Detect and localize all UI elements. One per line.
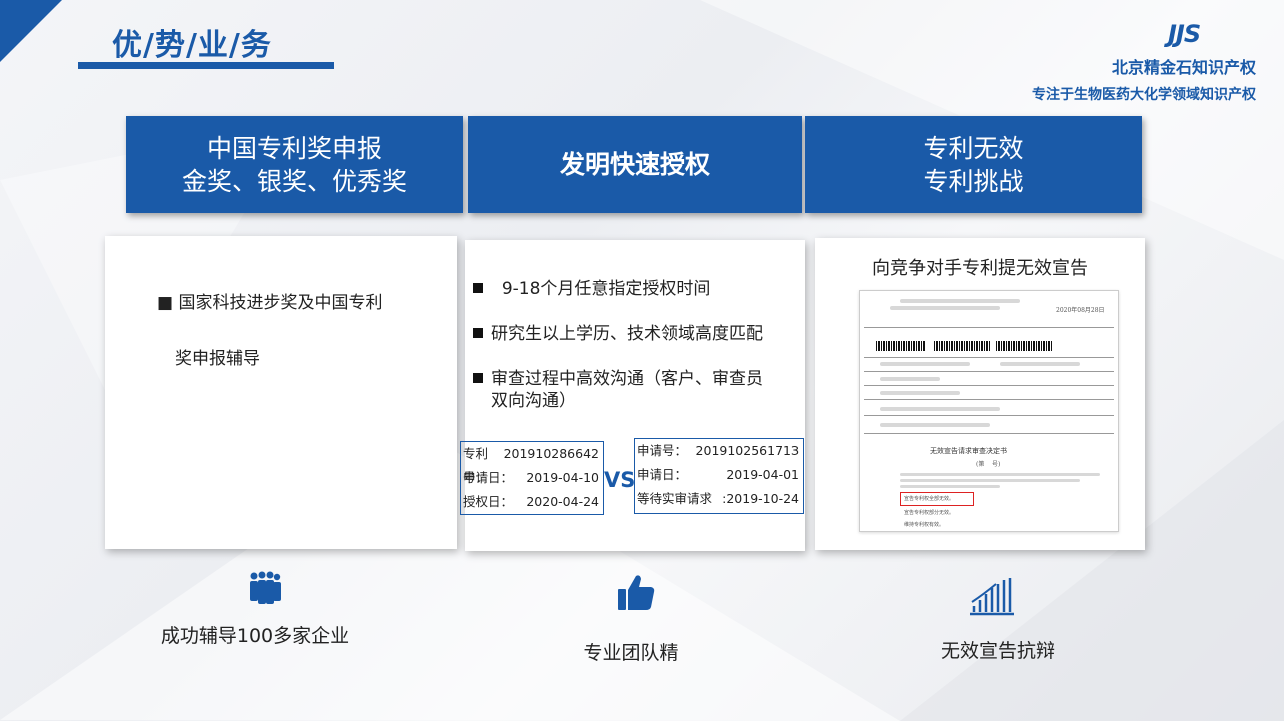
header-line: 金奖、银奖、优秀奖 xyxy=(181,166,407,196)
list-item: 9-18个月任意指定授权时间 xyxy=(473,274,710,299)
corner-accent xyxy=(0,0,62,62)
box-row: 申请日： 2019-04-10 xyxy=(463,470,599,485)
column-header-patent-award: 中国专利奖申报 金奖、银奖、优秀奖 xyxy=(126,116,463,213)
decision-document-image: 2020年08月28日 无效宣告请求审查决定书 (第 号) 宣告专利权全部无效。… xyxy=(859,290,1119,532)
company-info: 北京精金石知识产权 专注于生物医药大化学领域知识产权 xyxy=(1032,54,1256,104)
company-logo: JJS xyxy=(1168,20,1201,48)
footer-text: 无效宣告抗辩 xyxy=(940,640,1055,662)
column-header-fast-grant: 发明快速授权 xyxy=(468,116,802,213)
header-line: 发明快速授权 xyxy=(559,150,710,179)
box-row: 申请号： 201910256171З xyxy=(637,443,799,458)
page-title: 优/势/业/务 xyxy=(112,28,272,63)
header-line: 专利无效 xyxy=(923,133,1024,163)
header-line: 中国专利奖申报 xyxy=(206,133,382,163)
team-people-icon xyxy=(250,571,281,604)
list-item: 研究生以上学历、技术领域高度匹配 xyxy=(473,319,763,344)
card-patent-award: ■ 国家科技进步奖及中国专利 奖申报辅导 xyxy=(105,236,457,549)
doc-heading: 无效宣告请求审查决定书 xyxy=(930,447,1007,455)
footer-text: 成功辅导100多家企业 xyxy=(160,625,350,647)
column-header-invalidation: 专利无效 专利挑战 xyxy=(805,116,1142,213)
right-patent-box: 申请号： 201910256171З 申请日： 2019-04-01 等待实审请求:… xyxy=(634,438,804,514)
box-row: 专利号： 201910286642 xyxy=(463,446,599,485)
list-item: ■ 国家科技进步奖及中国专利 xyxy=(157,293,383,313)
card-title: 向竞争对手专利提无效宣告 xyxy=(872,258,1088,279)
company-name: 北京精金石知识产权 xyxy=(1111,58,1256,77)
box-row: 等待实审请求:2019-10-24 xyxy=(637,491,799,506)
card-invalidation: 向竞争对手专利提无效宣告 2020年08月28日 无效宣告请求审查决定书 (第 … xyxy=(815,238,1145,550)
left-patent-box: 专利号： 201910286642 申请日： 2019-04-10 授权日： 2020… xyxy=(460,441,604,515)
box-row: 授权日： 2020-04-24 xyxy=(463,494,599,509)
list-item: 奖申报辅导 xyxy=(175,349,260,369)
doc-date: 2020年08月28日 xyxy=(1056,307,1105,314)
bullet-icon xyxy=(473,328,483,338)
header-line: 专利挑战 xyxy=(923,166,1024,196)
company-slogan: 专注于生物医药大化学领域知识产权 xyxy=(1032,87,1256,103)
bar-chart-icon xyxy=(970,578,1014,616)
vs-label: VS xyxy=(604,468,636,492)
bullet-icon xyxy=(473,373,483,383)
footer-text: 专业团队精 xyxy=(583,642,679,664)
thumbs-up-icon xyxy=(618,575,655,610)
bullet-icon xyxy=(473,283,483,293)
list-item-continuation: 双向沟通） xyxy=(491,391,576,411)
box-row: 申请日： 2019-04-01 xyxy=(637,467,799,482)
title-underline xyxy=(78,62,334,69)
